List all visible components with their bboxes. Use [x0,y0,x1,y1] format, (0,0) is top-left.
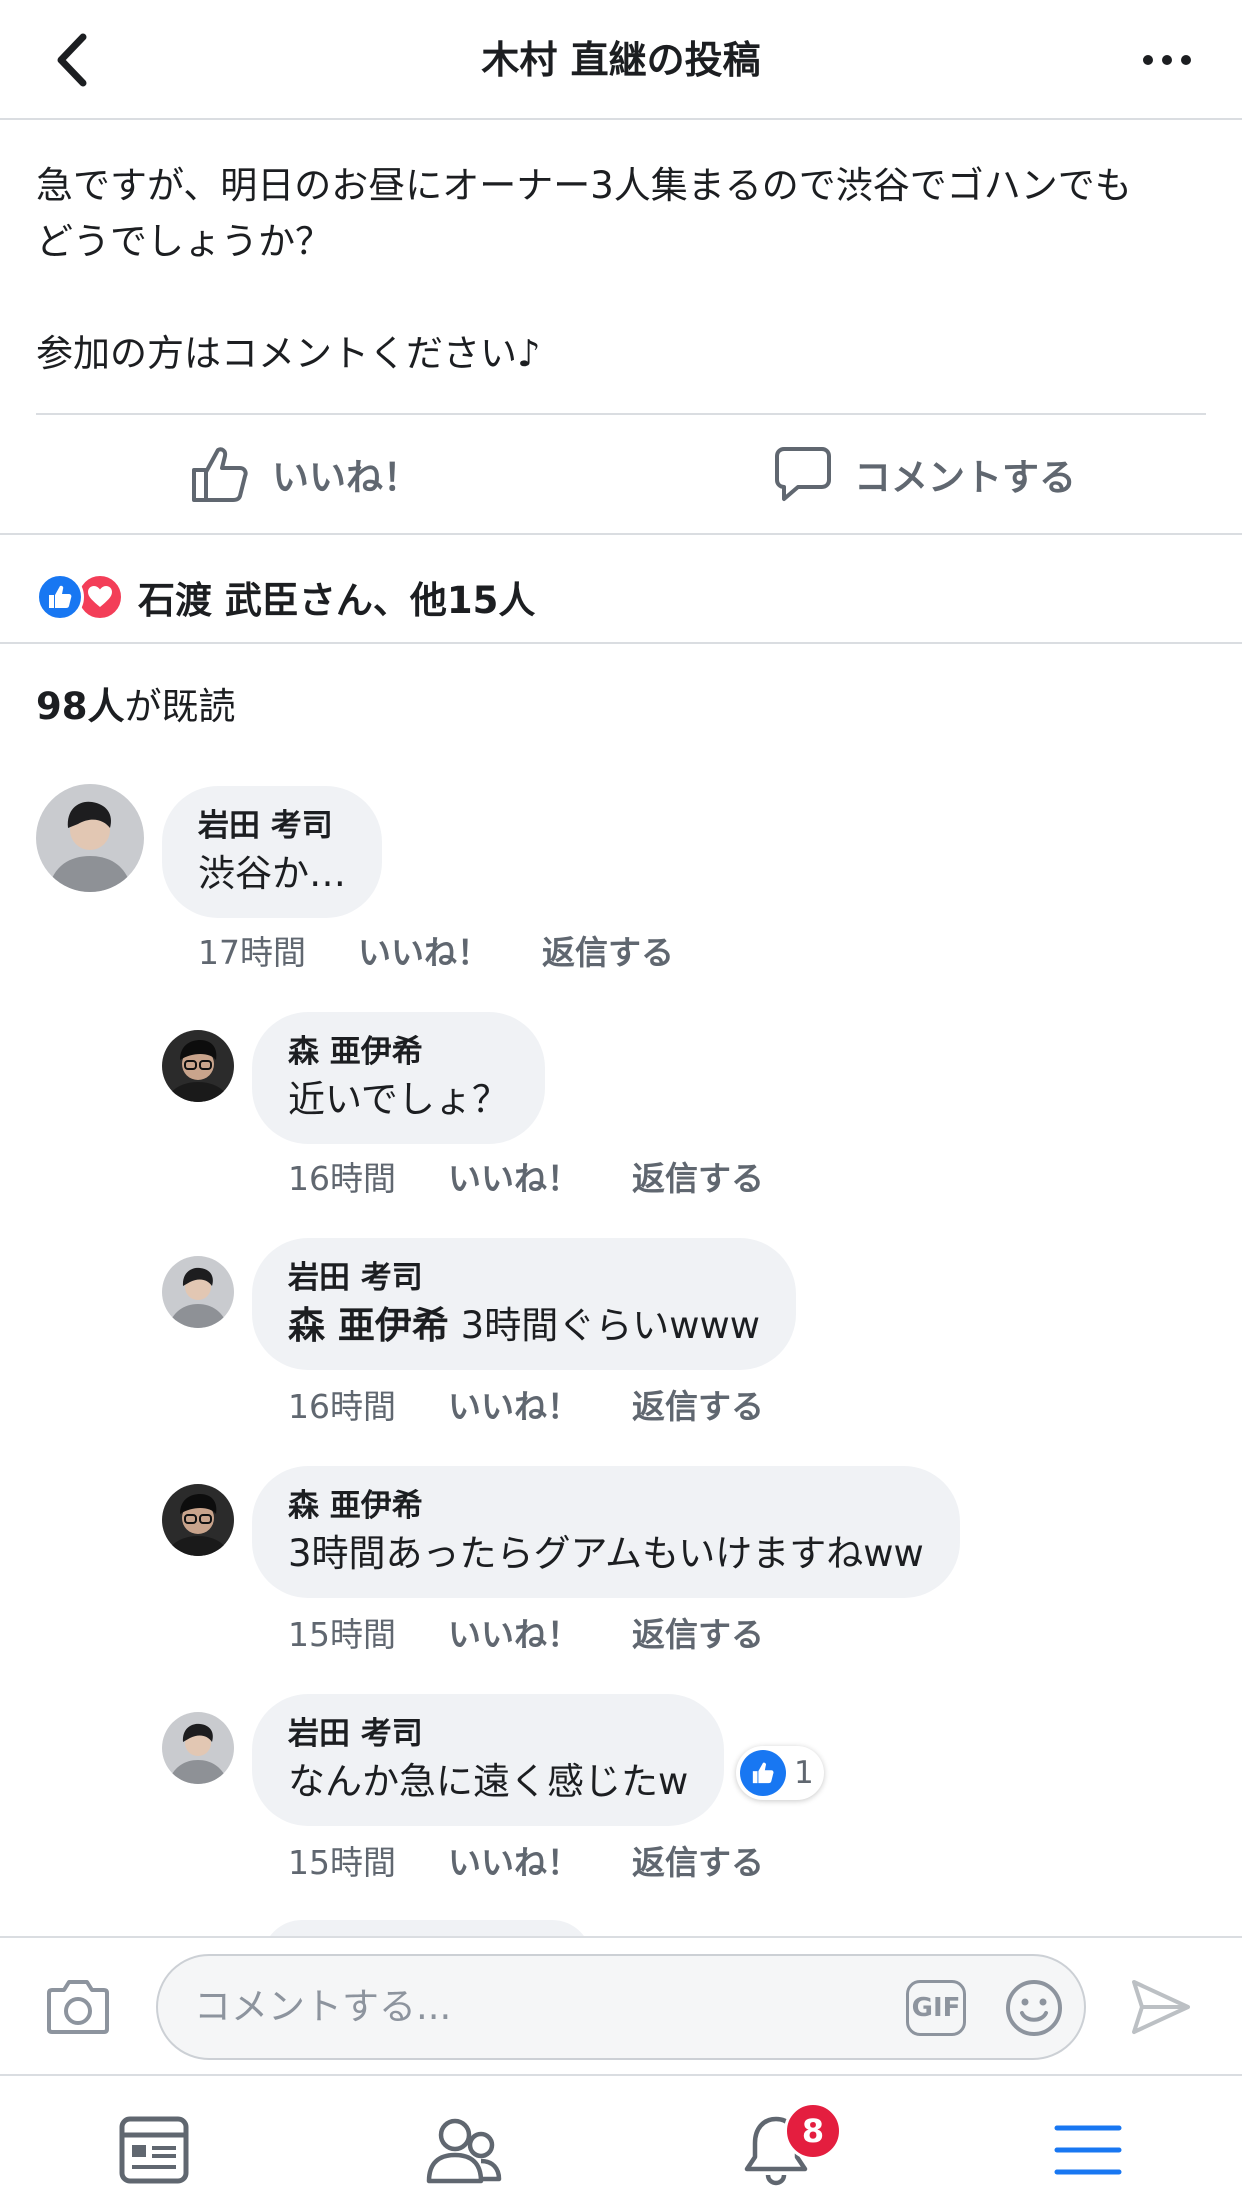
page-title: 木村 直継の投稿 [481,38,761,82]
like-reaction-icon [740,1750,786,1796]
comment-author[interactable]: 岩田 考司 [198,804,346,848]
avatar[interactable] [162,1712,234,1784]
comment-time: 15時間 [288,1615,396,1654]
camera-button[interactable] [46,1976,110,2040]
comment-author[interactable]: 森 亜伊希 [288,1030,509,1074]
comment-bubble-icon [775,447,831,501]
friends-icon [426,2118,502,2184]
mention-link[interactable]: 森 亜伊希 [288,1304,449,1347]
comment-author[interactable]: 岩田 考司 [288,1256,760,1300]
smiley-icon [1006,1980,1062,2036]
comment-author[interactable]: 森 亜伊希 [288,1484,924,1528]
divider [0,642,1242,644]
tab-news-feed[interactable] [114,2110,194,2190]
thumbs-up-icon [192,447,248,502]
comment-reply-link[interactable]: 返信する [632,1608,764,1656]
comment-like-link[interactable]: いいね！ [358,926,490,974]
avatar-image [36,784,144,892]
comment-like-link[interactable]: いいね！ [448,1608,580,1656]
comment-button[interactable]: コメントする [774,414,1076,534]
comment-time: 16時間 [288,1159,396,1198]
more-options-button[interactable] [1132,30,1202,90]
post-actions: いいね！ コメントする [0,414,1242,534]
comment-like-link[interactable]: いいね！ [448,1152,580,1200]
gif-button[interactable]: GIF [906,1980,966,2036]
comment-author[interactable]: 岩田 考司 [288,1712,688,1756]
comment-meta: 15時間 いいね！ 返信する [288,1608,764,1656]
camera-icon [47,1980,109,2034]
seen-suffix: が既読 [124,685,236,728]
like-reaction-icon [36,573,84,621]
notification-badge: 8 [784,2102,842,2160]
news-feed-icon [119,2116,189,2184]
avatar[interactable] [162,1256,234,1328]
avatar-image [162,1030,234,1102]
comment-like-count[interactable]: 1 [736,1746,824,1800]
comment-time: 15時間 [288,1843,396,1882]
comment-composer: コメントする... GIF [0,1936,1242,2074]
like-button[interactable]: いいね！ [190,414,420,534]
post-text: 急ですが、明日のお昼にオーナー3人集まるので渋谷でゴハンでも どうでしょうか？ … [36,164,1132,375]
avatar[interactable] [162,1484,234,1556]
comment-reply-link[interactable]: 返信する [632,1836,764,1884]
comment-bubble[interactable]: 森 亜伊希 近いでしょ？ [252,1012,545,1144]
comment-like-link[interactable]: いいね！ [448,1836,580,1884]
comment-reply-link[interactable]: 返信する [632,1380,764,1428]
comment-body: 3時間ぐらいwww [460,1304,760,1347]
reaction-names: 石渡 武臣さん、他15人 [138,579,536,622]
send-icon [1132,1980,1190,2034]
seen-number: 98人 [36,685,125,728]
tab-friends[interactable] [424,2110,504,2190]
comment-time: 16時間 [288,1387,396,1426]
comment-text: 3時間あったらグアムもいけますねww [288,1532,924,1575]
comment-text: なんか急に遠く感じたw [288,1760,689,1803]
like-label: いいね！ [272,456,420,499]
comment-text: 近いでしょ？ [288,1078,509,1121]
comment-text: 森 亜伊希 3時間ぐらいwww [288,1300,760,1352]
avatar-image [162,1256,234,1328]
comment-bubble[interactable]: 岩田 考司 森 亜伊希 3時間ぐらいwww [252,1238,796,1370]
comment-placeholder: コメントする... [194,1985,452,2028]
avatar-image [162,1712,234,1784]
divider [0,533,1242,535]
comment-input[interactable]: コメントする... GIF [156,1954,1086,2060]
comment-bubble[interactable]: 森 亜伊希 3時間あったらグアムもいけますねww [252,1466,960,1598]
hamburger-menu-icon [1054,2125,1122,2175]
emoji-button[interactable] [1004,1978,1064,2042]
avatar-image [162,1484,234,1556]
comment-bubble[interactable]: 岩田 考司 渋谷か… [162,786,382,918]
comment-meta: 17時間 いいね！ 返信する [198,926,674,974]
top-bar: 木村 直継の投稿 [0,0,1242,120]
comment-meta: 15時間 いいね！ 返信する [288,1836,764,1884]
comment-meta: 16時間 いいね！ 返信する [288,1380,764,1428]
comment-reply-link[interactable]: 返信する [542,926,674,974]
avatar[interactable] [36,784,144,892]
seen-count: 98人が既読 [36,676,236,730]
comment-bubble[interactable]: 岩田 考司 なんか急に遠く感じたw [252,1694,725,1826]
avatar[interactable] [162,1030,234,1102]
like-count-value: 1 [794,1755,814,1791]
comment-like-link[interactable]: いいね！ [448,1380,580,1428]
reactions-summary[interactable]: 石渡 武臣さん、他15人 [36,560,535,634]
comment-label: コメントする [854,456,1076,499]
tab-menu[interactable] [1048,2110,1128,2190]
more-dots-icon [1143,55,1191,65]
comment-text: 渋谷か… [198,852,346,895]
comment-reply-link[interactable]: 返信する [632,1152,764,1200]
bottom-tab-bar: 8 [0,2074,1242,2208]
send-button[interactable] [1130,1976,1192,2042]
comment-meta: 16時間 いいね！ 返信する [288,1152,764,1200]
comment-time: 17時間 [198,933,306,972]
